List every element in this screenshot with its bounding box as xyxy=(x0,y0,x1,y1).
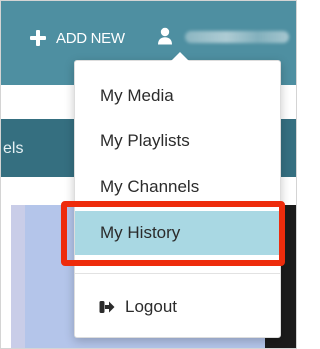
add-new-button[interactable]: ADD NEW xyxy=(30,23,125,53)
content-left-strip xyxy=(11,205,25,348)
logout-menu-item[interactable]: Logout xyxy=(75,285,280,329)
menu-item-label: My Media xyxy=(100,86,174,105)
logout-label: Logout xyxy=(125,297,177,316)
plus-icon xyxy=(30,30,46,46)
subnav-partial-label[interactable]: els xyxy=(3,140,23,158)
menu-item-label: My Playlists xyxy=(100,131,190,150)
user-name-blurred[interactable] xyxy=(185,31,289,43)
menu-item-label: My Channels xyxy=(100,177,200,196)
highlight-callout-box xyxy=(61,201,285,266)
menu-divider xyxy=(75,273,280,274)
user-dropdown-menu: My Media My Playlists My Channels My His… xyxy=(74,52,281,338)
screenshot-frame: ADD NEW els My Media My Playlists My Cha… xyxy=(0,0,297,349)
menu-item-my-media[interactable]: My Media xyxy=(75,74,280,118)
add-new-label: ADD NEW xyxy=(56,29,125,47)
user-icon[interactable] xyxy=(157,27,173,45)
menu-item-my-playlists[interactable]: My Playlists xyxy=(75,119,280,163)
sign-out-icon xyxy=(99,301,115,313)
